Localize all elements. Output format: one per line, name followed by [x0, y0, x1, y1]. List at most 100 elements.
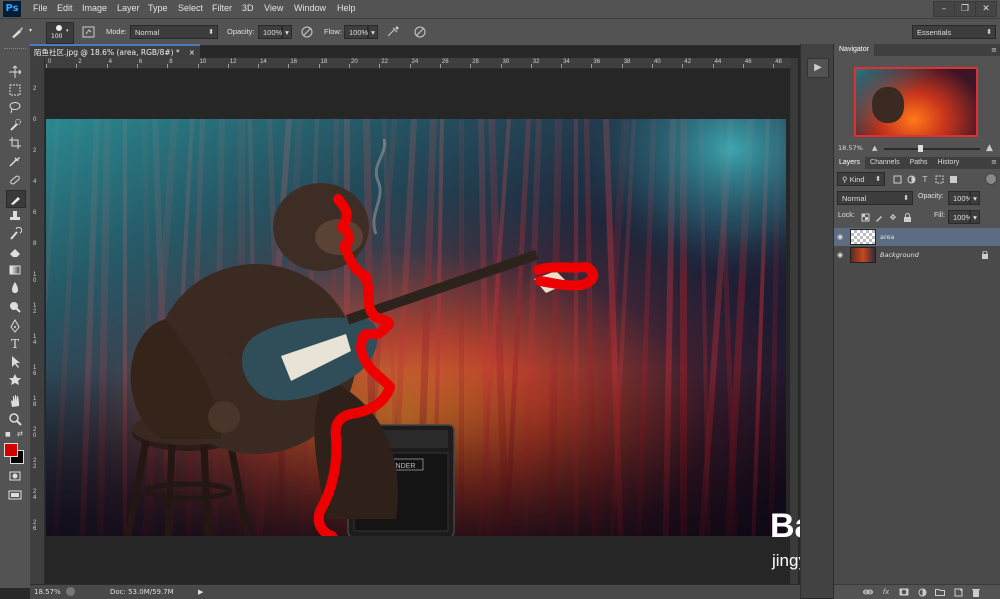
- lock-position-icon[interactable]: ✥: [887, 212, 899, 222]
- blur-tool-icon[interactable]: [6, 280, 24, 296]
- tool-preset-arrow-icon[interactable]: ▾: [29, 27, 32, 34]
- delete-layer-icon[interactable]: [970, 587, 982, 597]
- lasso-tool-icon[interactable]: [6, 99, 24, 115]
- tab-channels[interactable]: Channels: [865, 157, 905, 169]
- pressure-opacity-icon[interactable]: [300, 25, 314, 39]
- zoom-tool-icon[interactable]: [6, 411, 24, 427]
- menu-select[interactable]: Select: [178, 3, 203, 13]
- swap-colors-icon[interactable]: ⇄: [17, 430, 23, 438]
- fill-dropdown[interactable]: ▾: [970, 210, 980, 224]
- airbrush-icon[interactable]: [386, 25, 400, 39]
- layer-style-icon[interactable]: fx: [880, 587, 892, 597]
- dodge-tool-icon[interactable]: [6, 299, 24, 315]
- document-canvas[interactable]: FENDER: [26, 119, 786, 541]
- flow-input[interactable]: 100%: [344, 25, 368, 39]
- add-mask-icon[interactable]: [898, 587, 910, 597]
- screen-mode-icon[interactable]: [6, 487, 24, 503]
- filter-smart-object-icon[interactable]: [947, 174, 959, 184]
- blend-mode-select[interactable]: Normal ⬍: [837, 191, 913, 205]
- brush-tool-icon[interactable]: [10, 25, 24, 39]
- status-menu-icon[interactable]: [66, 587, 75, 596]
- lock-all-icon[interactable]: [901, 212, 913, 222]
- layers-panel-menu-icon[interactable]: ≡: [991, 158, 997, 166]
- tab-navigator[interactable]: Navigator: [834, 44, 874, 56]
- navigator-thumbnail[interactable]: [854, 67, 978, 137]
- menu-edit[interactable]: Edit: [57, 3, 73, 13]
- marquee-tool-icon[interactable]: [6, 82, 24, 98]
- workspace-switcher[interactable]: Essentials ⬍: [912, 25, 996, 39]
- eraser-tool-icon[interactable]: [6, 244, 24, 260]
- layer-name[interactable]: Background: [880, 251, 919, 259]
- menu-type[interactable]: Type: [148, 3, 168, 13]
- layer-opacity-input[interactable]: 100%: [948, 191, 972, 205]
- layer-row-background[interactable]: ◉ Background: [834, 246, 1000, 264]
- move-tool-icon[interactable]: [6, 64, 24, 80]
- link-layers-icon[interactable]: [862, 587, 874, 597]
- brush-panel-toggle-icon[interactable]: [81, 25, 95, 39]
- path-selection-tool-icon[interactable]: [6, 354, 24, 370]
- quick-selection-tool-icon[interactable]: [6, 117, 24, 133]
- tab-history[interactable]: History: [933, 157, 965, 169]
- new-layer-icon[interactable]: [952, 587, 964, 597]
- zoom-slider-track[interactable]: [884, 145, 980, 152]
- navigator-zoom-value[interactable]: 18.57%: [838, 144, 863, 152]
- filter-type-icon[interactable]: T: [919, 174, 931, 184]
- pressure-size-icon[interactable]: [413, 25, 427, 39]
- document-tab[interactable]: 陌鱼社区.jpg @ 18.6% (area, RGB/8#) * ×: [30, 44, 200, 58]
- pen-tool-icon[interactable]: [6, 318, 24, 334]
- zoom-slider-thumb[interactable]: [918, 145, 923, 152]
- foreground-color-swatch[interactable]: [4, 443, 18, 457]
- lock-transparent-icon[interactable]: [859, 212, 871, 222]
- gradient-tool-icon[interactable]: [6, 262, 24, 278]
- mode-select[interactable]: Normal ⬍: [130, 25, 218, 39]
- fill-input[interactable]: 100%: [948, 210, 972, 224]
- status-zoom[interactable]: 18.57%: [34, 585, 61, 599]
- visibility-eye-icon[interactable]: ◉: [834, 251, 846, 259]
- adjustment-layer-icon[interactable]: [916, 587, 928, 597]
- zoom-out-icon[interactable]: ▲: [872, 144, 877, 152]
- clone-stamp-tool-icon[interactable]: [6, 208, 24, 224]
- opacity-dropdown-button[interactable]: ▾: [282, 25, 292, 39]
- menu-image[interactable]: Image: [82, 3, 107, 13]
- menu-filter[interactable]: Filter: [212, 3, 232, 13]
- quick-mask-icon[interactable]: [6, 468, 24, 484]
- layer-opacity-dropdown[interactable]: ▾: [970, 191, 980, 205]
- status-arrow-icon[interactable]: ▶: [198, 585, 203, 599]
- crop-tool-icon[interactable]: [6, 135, 24, 151]
- layer-row-area[interactable]: ◉ area: [834, 228, 1000, 246]
- lock-image-icon[interactable]: [873, 212, 885, 222]
- healing-brush-tool-icon[interactable]: [6, 172, 24, 188]
- brush-preset-picker[interactable]: 100 ▾: [46, 22, 74, 44]
- filter-shape-icon[interactable]: [933, 174, 945, 184]
- filter-pixel-icon[interactable]: [891, 174, 903, 184]
- menu-window[interactable]: Window: [294, 3, 326, 13]
- filter-toggle-button[interactable]: [985, 173, 997, 185]
- restore-button[interactable]: ❐: [954, 1, 976, 17]
- flow-dropdown-button[interactable]: ▾: [368, 25, 378, 39]
- eyedropper-tool-icon[interactable]: [6, 153, 24, 169]
- history-brush-tool-icon[interactable]: [6, 226, 24, 242]
- tab-paths[interactable]: Paths: [905, 157, 933, 169]
- shape-tool-icon[interactable]: [6, 372, 24, 388]
- new-group-icon[interactable]: [934, 587, 946, 597]
- menu-view[interactable]: View: [264, 3, 283, 13]
- visibility-eye-icon[interactable]: ◉: [834, 233, 846, 241]
- panel-menu-icon[interactable]: ≡: [991, 46, 997, 54]
- opacity-input[interactable]: 100%: [258, 25, 282, 39]
- type-tool-icon[interactable]: T: [6, 336, 24, 352]
- layer-filter-select[interactable]: ⚲ Kind ⬍: [837, 172, 885, 186]
- tab-layers[interactable]: Layers: [834, 157, 866, 169]
- horizontal-ruler[interactable]: 0 2 4 6 8 10 12 14 16 18 20 22 24 26 28 30 32 34 36 38 40 42 4…: [44, 58, 790, 69]
- menu-file[interactable]: File: [33, 3, 48, 13]
- toolbar-grip[interactable]: [4, 48, 26, 52]
- navigator-view-box[interactable]: [854, 67, 978, 137]
- zoom-in-icon[interactable]: ▲: [986, 143, 993, 153]
- menu-help[interactable]: Help: [337, 3, 356, 13]
- filter-adjustment-icon[interactable]: [905, 174, 917, 184]
- vertical-ruler[interactable]: 2 0 2 4 6 8 1 0 1 2 1 4 1 6 1 8 2 0 2 2 2 4 2 6: [30, 58, 45, 584]
- close-window-button[interactable]: ✕: [975, 1, 997, 17]
- menu-layer[interactable]: Layer: [117, 3, 140, 13]
- layer-name[interactable]: area: [880, 233, 895, 241]
- menu-3d[interactable]: 3D: [242, 3, 254, 13]
- default-colors-icon[interactable]: ■: [5, 431, 11, 438]
